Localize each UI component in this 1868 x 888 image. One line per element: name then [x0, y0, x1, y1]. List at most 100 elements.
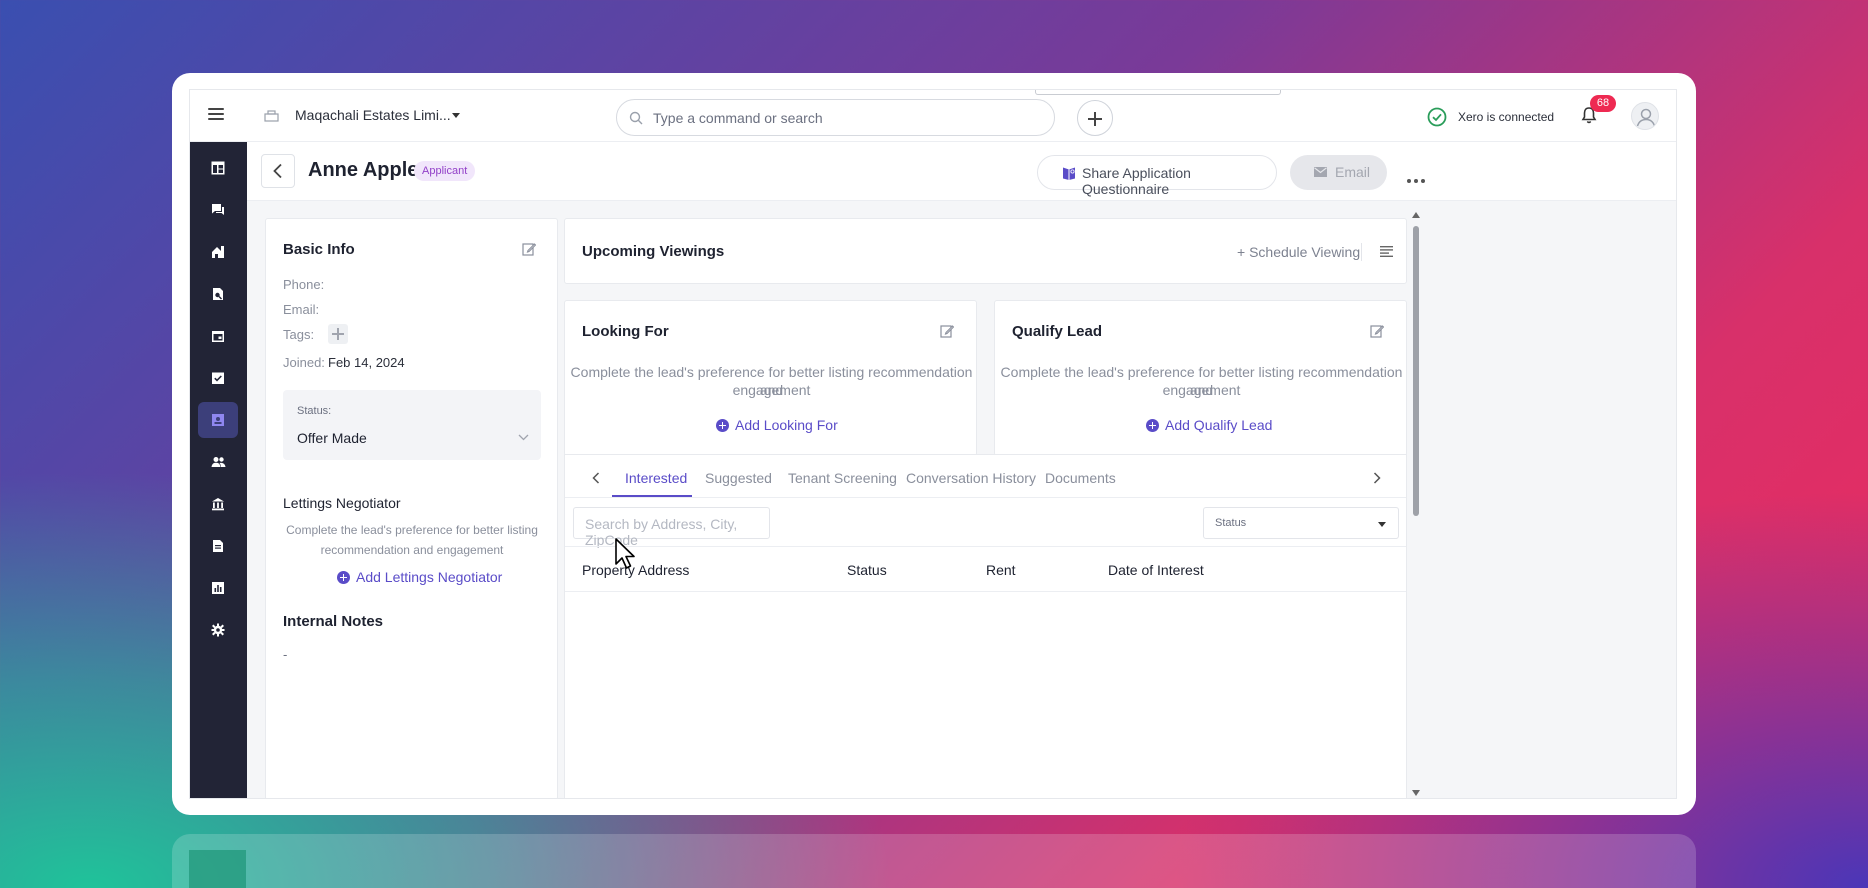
scroll-up-arrow[interactable]	[1412, 212, 1420, 218]
sidebar-item-dashboard[interactable]	[198, 150, 238, 186]
window-reflection	[172, 834, 1696, 888]
sidebar-item-tasks[interactable]	[198, 360, 238, 396]
qualify-lead-title: Qualify Lead	[1012, 323, 1103, 340]
mouse-cursor-icon	[615, 538, 635, 569]
sidebar-nav	[190, 142, 247, 798]
qualify-lead-hint-line2: engagement	[1162, 382, 1241, 398]
chevron-down-icon[interactable]	[452, 113, 460, 118]
share-questionnaire-button[interactable]: Share Application Questionnaire	[1037, 155, 1277, 197]
joined-value: Feb 14, 2024	[328, 355, 405, 370]
sidebar-item-properties[interactable]	[198, 234, 238, 270]
add-lettings-negotiator-button[interactable]: Add Lettings Negotiator	[337, 569, 502, 585]
sidebar-item-reports[interactable]	[198, 570, 238, 606]
search-icon	[629, 111, 643, 125]
company-selector[interactable]: Maqachali Estates Limi...	[295, 107, 451, 123]
report-chart-icon	[212, 582, 224, 594]
plus-circle-icon	[1146, 418, 1159, 432]
qualify-lead-card: Qualify Lead Complete the lead's prefere…	[994, 300, 1407, 456]
joined-label: Joined:	[283, 355, 325, 370]
status-select[interactable]: Status: Offer Made	[283, 390, 541, 460]
internal-notes-value: -	[283, 647, 288, 662]
address-search-placeholder: Search by Address, City, ZipCode	[585, 516, 738, 548]
company-logo-icon	[264, 110, 279, 122]
content-scrollbar[interactable]	[1410, 210, 1422, 798]
add-looking-for-label: Add Looking For	[735, 417, 838, 433]
dashboard-icon	[211, 161, 225, 175]
calendar-icon	[212, 331, 224, 342]
back-button[interactable]	[261, 154, 295, 188]
tab-interested[interactable]: Interested	[625, 470, 687, 486]
questionnaire-icon	[1063, 167, 1075, 180]
menu-icon[interactable]	[208, 108, 224, 122]
status-filter-label: Status	[1215, 517, 1247, 529]
mail-icon	[1314, 167, 1327, 177]
app-window: Maqachali Estates Limi... Type a command…	[189, 89, 1677, 799]
sidebar-item-listings[interactable]	[198, 276, 238, 312]
status-label: Status:	[297, 405, 332, 417]
status-value: Offer Made	[297, 430, 367, 446]
more-options-icon[interactable]	[1407, 170, 1428, 188]
top-bar: Maqachali Estates Limi... Type a command…	[190, 90, 1676, 142]
tab-documents[interactable]: Documents	[1045, 470, 1116, 486]
sidebar-item-contacts[interactable]	[198, 402, 238, 438]
tags-label: Tags:	[283, 327, 315, 342]
list-filter-icon[interactable]	[1380, 246, 1393, 257]
settings-icon	[211, 623, 225, 637]
looking-for-hint-line2: engagement	[732, 382, 811, 398]
user-icon	[1636, 108, 1656, 127]
create-new-button[interactable]	[1077, 100, 1113, 136]
page-title: Anne Apple	[308, 159, 419, 181]
sidebar-item-accounting[interactable]	[198, 486, 238, 522]
chevron-left-icon[interactable]	[592, 472, 600, 484]
app-window-frame: Maqachali Estates Limi... Type a command…	[172, 73, 1696, 815]
sidebar-item-documents[interactable]	[198, 528, 238, 564]
negotiator-hint-line2: recommendation and engagement	[320, 543, 504, 557]
basic-info-title: Basic Info	[283, 241, 355, 258]
chevron-right-icon[interactable]	[1373, 472, 1381, 484]
edit-icon[interactable]	[522, 242, 536, 256]
schedule-viewing-button[interactable]: + Schedule Viewing	[1237, 244, 1360, 260]
chat-icon	[212, 204, 224, 215]
column-header-rent[interactable]: Rent	[986, 562, 1016, 578]
scroll-thumb[interactable]	[1413, 226, 1419, 516]
table-header-divider	[565, 591, 1406, 592]
status-filter-select[interactable]: Status	[1203, 507, 1399, 539]
check-circle-icon	[1427, 107, 1447, 127]
email-label: Email:	[283, 302, 320, 317]
tab-conversation-history[interactable]: Conversation History	[906, 470, 1036, 486]
notification-count-badge: 68	[1590, 95, 1616, 112]
sidebar-item-settings[interactable]	[198, 612, 238, 648]
tab-suggested[interactable]: Suggested	[705, 470, 772, 486]
address-search-input[interactable]: Search by Address, City, ZipCode	[573, 507, 770, 548]
column-header-status[interactable]: Status	[847, 562, 887, 578]
search-property-icon	[213, 288, 223, 300]
email-button-label: Email	[1335, 164, 1371, 180]
add-qualify-lead-button[interactable]: Add Qualify Lead	[1146, 417, 1272, 433]
command-search-input[interactable]: Type a command or search	[616, 99, 1055, 136]
add-looking-for-button[interactable]: Add Looking For	[716, 417, 838, 433]
chevron-left-icon	[273, 163, 282, 179]
edit-icon[interactable]	[940, 324, 954, 338]
sidebar-item-messages[interactable]	[198, 192, 238, 228]
tab-tenant-screening[interactable]: Tenant Screening	[788, 470, 897, 486]
user-avatar[interactable]	[1631, 102, 1659, 130]
looking-for-title: Looking For	[582, 323, 669, 340]
internal-notes-title: Internal Notes	[283, 613, 384, 630]
add-tag-button[interactable]	[328, 324, 348, 344]
scroll-down-arrow[interactable]	[1412, 790, 1420, 796]
divider	[1361, 243, 1362, 261]
column-header-date-of-interest[interactable]: Date of Interest	[1108, 562, 1204, 578]
applicant-tabs-panel: Interested Suggested Tenant Screening Co…	[564, 454, 1407, 798]
sidebar-item-people[interactable]	[198, 444, 238, 480]
add-lettings-negotiator-label: Add Lettings Negotiator	[356, 569, 503, 585]
email-button[interactable]: Email	[1290, 155, 1387, 190]
contact-card-icon	[212, 414, 224, 426]
home-icon	[212, 246, 224, 258]
negotiator-hint-line1: Complete the lead's preference for bette…	[286, 523, 538, 537]
plus-circle-icon	[716, 418, 729, 432]
xero-status: Xero is connected	[1458, 110, 1555, 124]
document-icon	[213, 540, 223, 552]
applicant-tag: Applicant	[414, 161, 476, 181]
edit-icon[interactable]	[1370, 324, 1384, 338]
sidebar-item-calendar[interactable]	[198, 318, 238, 354]
